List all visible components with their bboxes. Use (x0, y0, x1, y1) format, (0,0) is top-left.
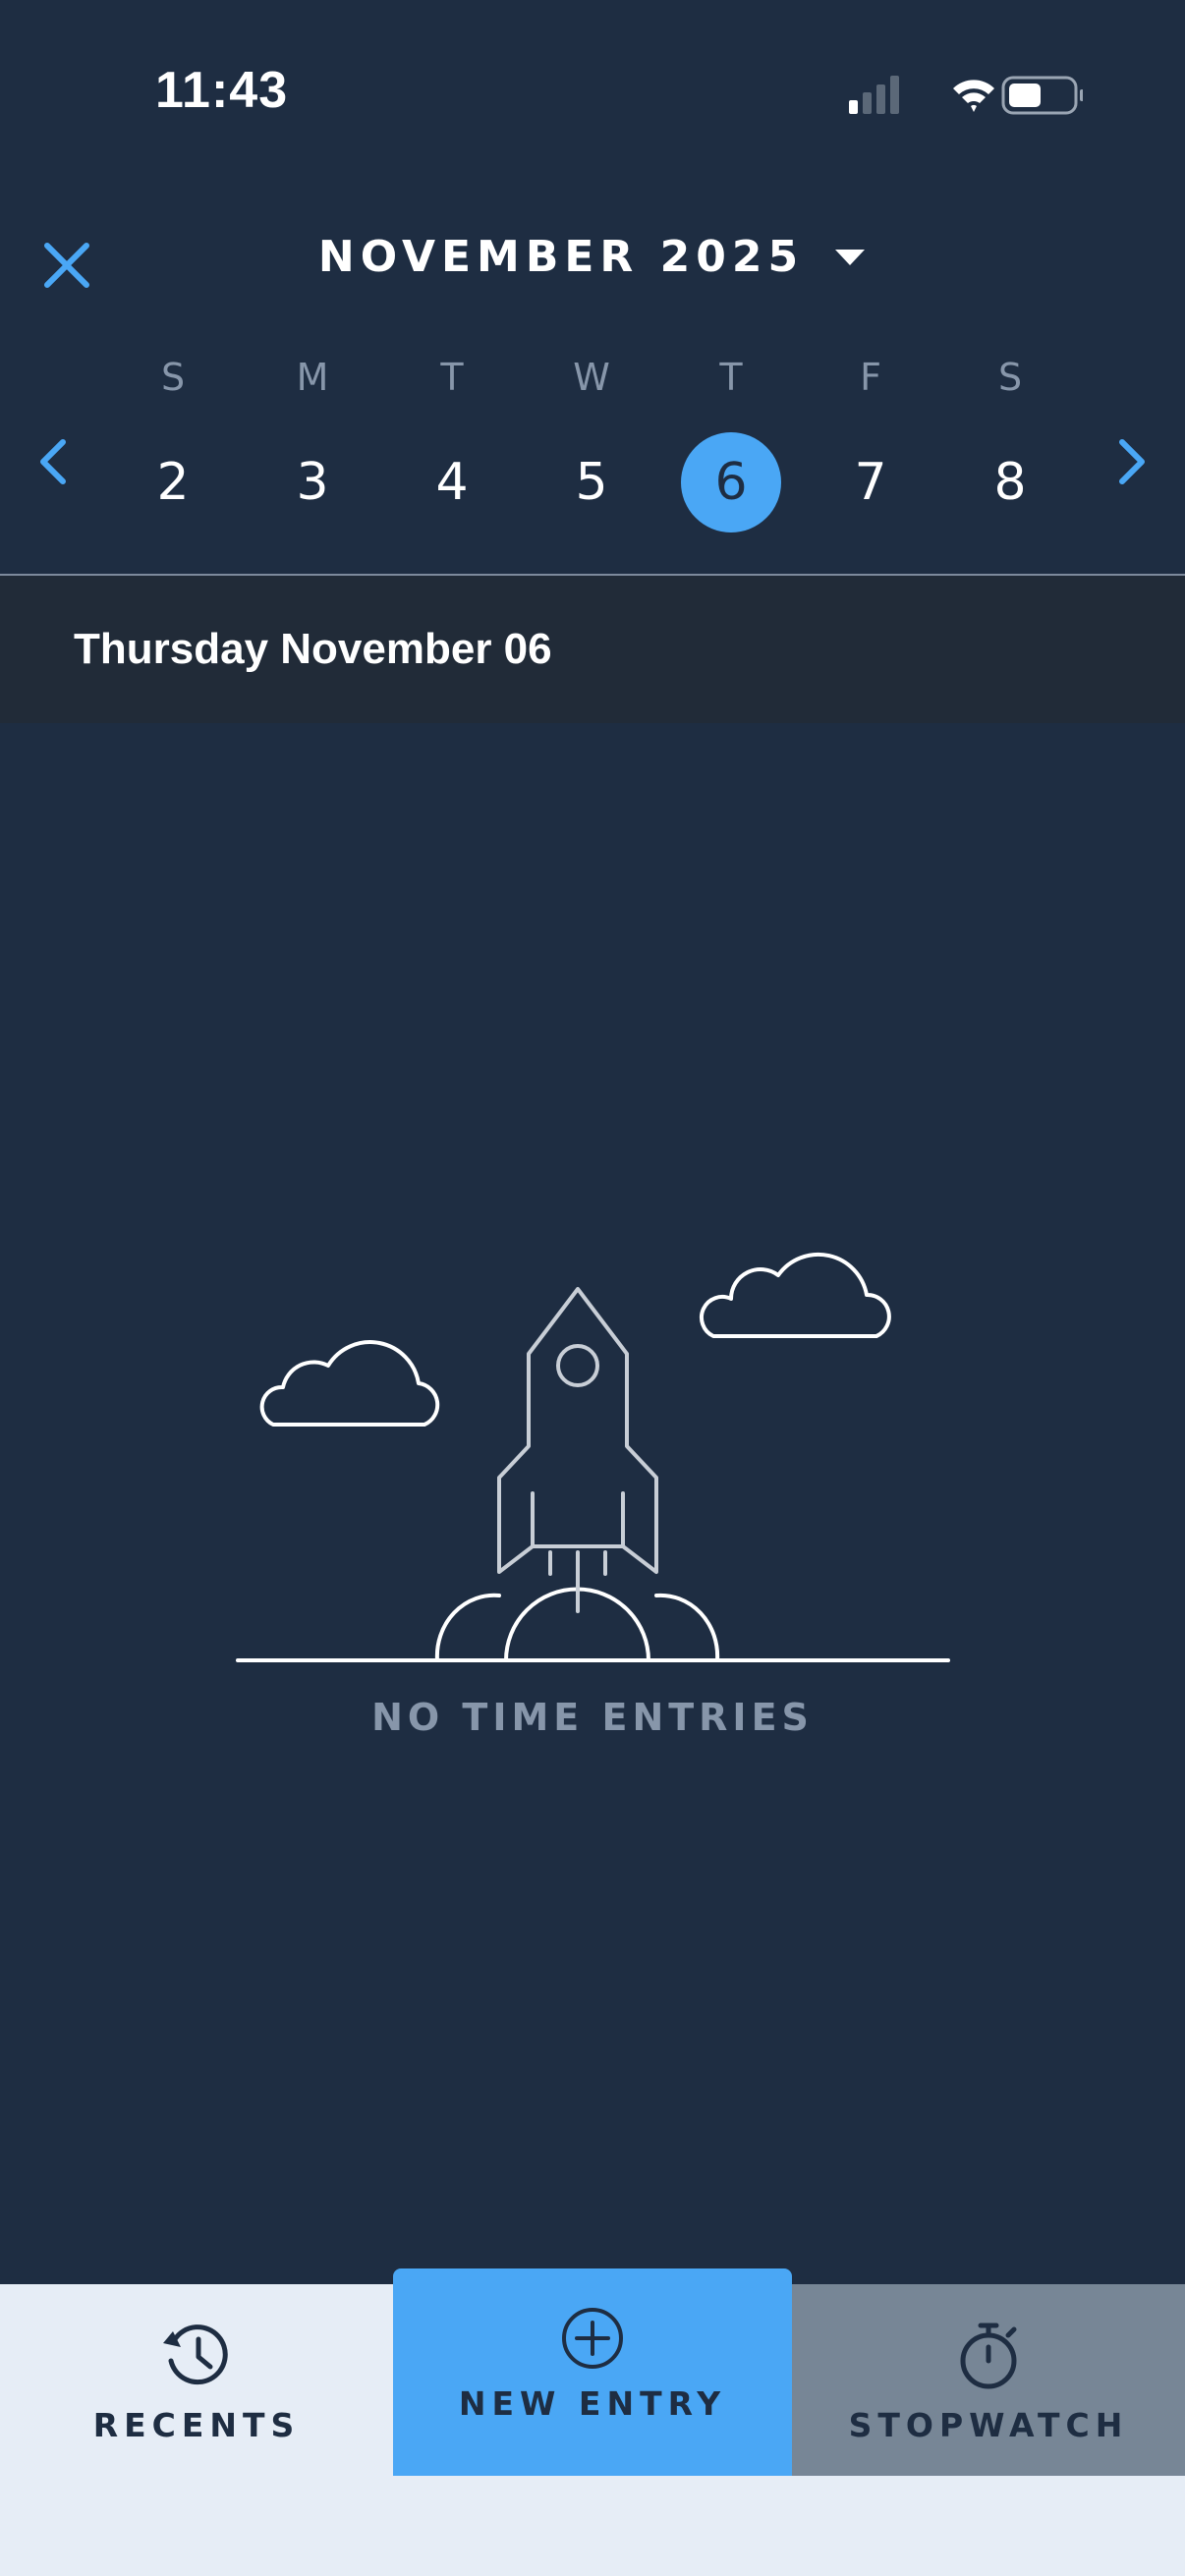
date-heading: Thursday November 06 (74, 625, 552, 673)
day-cell[interactable]: 3 (262, 432, 363, 532)
day-cell[interactable]: 8 (960, 432, 1060, 532)
battery-icon (1001, 76, 1084, 115)
month-selector[interactable]: NOVEMBER 2025 (0, 232, 1185, 282)
wifi-icon (953, 80, 994, 112)
weekday-label: T (719, 356, 743, 399)
plus-circle-icon (562, 2308, 623, 2369)
weekday-label: M (296, 356, 329, 399)
day-cell[interactable]: 5 (541, 432, 642, 532)
status-time: 11:43 (155, 62, 289, 119)
chevron-right-icon (1119, 439, 1145, 484)
stopwatch-label: STOPWATCH (848, 2406, 1129, 2444)
stopwatch-icon (960, 2323, 1017, 2389)
chevron-left-icon (40, 439, 66, 484)
rocket-launch-icon (236, 1252, 950, 1662)
week-days: 2 3 4 5 6 7 8 (123, 432, 1060, 532)
status-icons (847, 73, 1084, 127)
day-cell[interactable]: 7 (820, 432, 921, 532)
weekday-label: S (160, 356, 186, 399)
weekday-label: F (860, 356, 881, 399)
recents-tab[interactable]: RECENTS (0, 2284, 393, 2476)
weekday-label: S (997, 356, 1023, 399)
weekday-label: T (440, 356, 464, 399)
new-entry-label: NEW ENTRY (458, 2384, 727, 2423)
caret-down-icon (835, 249, 866, 265)
day-cell[interactable]: 2 (123, 432, 223, 532)
history-icon (163, 2324, 228, 2385)
empty-state-message: NO TIME ENTRIES (371, 1696, 814, 1739)
month-label: NOVEMBER 2025 (317, 232, 805, 282)
weekday-header: S M T W T F S (123, 356, 1060, 399)
weekday-label: W (573, 356, 610, 399)
recents-label: RECENTS (92, 2406, 301, 2444)
day-cell[interactable]: 4 (402, 432, 502, 532)
cellular-signal-icon (849, 76, 899, 114)
date-heading-band: Thursday November 06 (0, 576, 1185, 723)
time-entry-screen: 11:43 NOVEMBER 2025 S M T W T F S 2 3 4 … (0, 0, 1185, 2576)
day-cell-selected[interactable]: 6 (681, 432, 781, 532)
next-week-button[interactable] (1108, 434, 1156, 489)
stopwatch-tab[interactable]: STOPWATCH (792, 2284, 1185, 2476)
new-entry-button[interactable]: NEW ENTRY (393, 2268, 792, 2476)
previous-week-button[interactable] (29, 434, 77, 489)
